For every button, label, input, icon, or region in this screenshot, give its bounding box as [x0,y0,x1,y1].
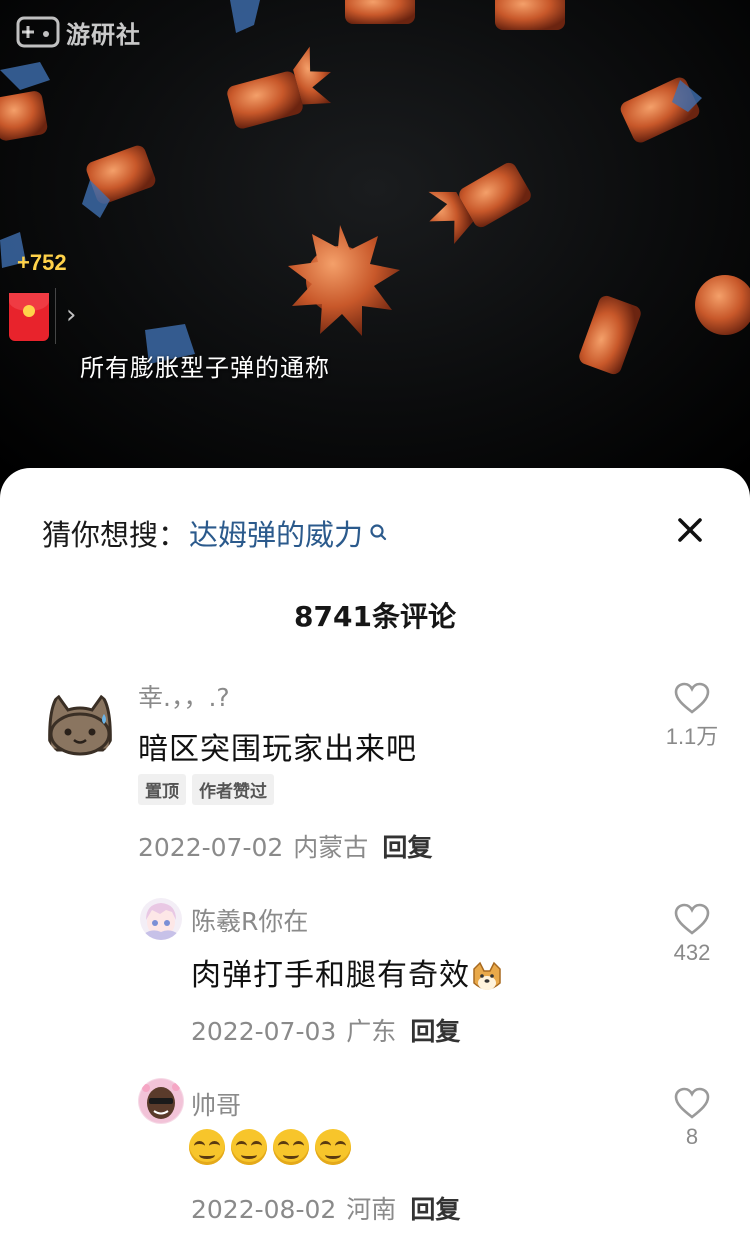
comment-date: 2022-08-02 [191,1195,337,1224]
watermark-text: 游研社 [66,20,141,49]
comment-date: 2022-07-03 [191,1017,337,1046]
comment-text: 肉弹打手和腿有奇效 [191,950,504,994]
cat-avatar-icon [48,693,112,756]
comment-text-content: 肉弹打手和腿有奇效 [191,958,470,993]
red-packet-icon[interactable] [9,293,49,341]
face-avatar-icon [139,1079,183,1123]
comment-username[interactable]: 帅哥 [191,1086,241,1122]
reply-button[interactable]: 回复 [382,828,432,864]
pinned-badge: 置顶 [138,774,186,805]
watermark: 游研社 [16,12,141,52]
reply-button[interactable]: 回复 [410,1012,460,1048]
close-icon[interactable] [674,514,706,546]
comment-username[interactable]: 陈羲R你在 [191,902,308,938]
avatar[interactable] [44,688,116,760]
coin-bonus: +752 [17,250,67,275]
smirk-emoji-icon [315,1128,351,1165]
reply-button[interactable]: 回复 [410,1190,460,1226]
like-button[interactable]: 432 [662,902,722,966]
heart-icon [674,1087,710,1119]
smirk-emoji-icon [189,1128,225,1165]
suggestion-keyword[interactable]: 达姆弹的威力 [189,512,363,554]
smirk-emoji-icon [273,1128,309,1165]
like-count: 432 [673,940,711,965]
like-count: 8 [685,1124,699,1149]
chevron-right-icon[interactable]: › [66,300,76,330]
smirk-emoji-icon [231,1128,267,1165]
comment-date: 2022-07-02 [138,833,284,862]
comment-meta: 2022-08-02 河南 回复 [191,1190,460,1226]
search-suggestion[interactable]: 猜你想搜： 达姆弹的威力 [42,512,389,554]
comment-text: 暗区突围玩家出来吧 [138,732,417,767]
avatar[interactable] [140,898,182,940]
comment-meta: 2022-07-02 内蒙古 回复 [138,828,432,864]
heart-icon [674,682,710,714]
like-button[interactable]: 8 [662,1086,722,1150]
avatar[interactable] [138,1078,184,1124]
like-count: 1.1万 [665,724,719,749]
anime-girl-avatar-icon [144,903,178,940]
video-player[interactable]: 游研社 +752 › 所有膨胀型子弹的通称 [0,0,750,470]
comment-location: 河南 [346,1195,397,1224]
comment-tags: 置顶 作者赞过 [138,774,274,805]
search-icon[interactable] [369,523,389,543]
comment-location: 内蒙古 [293,833,369,862]
divider [55,288,56,344]
video-frame [0,0,750,375]
suggestion-prefix: 猜你想搜： [42,518,188,552]
doge-emoji-icon [473,961,501,990]
comment-meta: 2022-07-03 广东 回复 [191,1012,460,1048]
comment-location: 广东 [346,1017,397,1046]
comment-username[interactable]: 幸.，，.? [138,678,230,714]
gamepad-icon [16,16,60,48]
heart-icon [674,903,710,935]
comment-emojis [189,1128,357,1165]
comment-count: 8741条评论 [294,600,456,633]
author-liked-badge: 作者赞过 [192,774,274,805]
like-button[interactable]: 1.1万 [662,681,722,751]
video-subtitle: 所有膨胀型子弹的通称 [80,354,330,382]
